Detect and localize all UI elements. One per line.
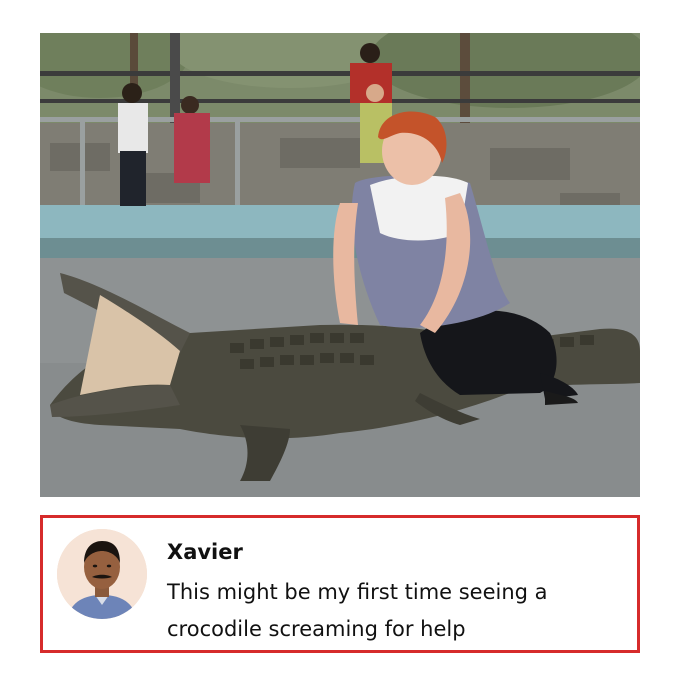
avatar-portrait xyxy=(57,529,147,619)
comment-author: Xavier xyxy=(167,540,243,564)
avatar xyxy=(57,529,147,619)
comment-card: Xavier This might be my first time seein… xyxy=(40,515,640,653)
crocodile-photo xyxy=(40,33,640,497)
meme-page: Xavier This might be my first time seein… xyxy=(0,0,680,680)
photo-scene xyxy=(40,33,640,497)
comment-text: This might be my first time seeing a cro… xyxy=(167,580,548,641)
